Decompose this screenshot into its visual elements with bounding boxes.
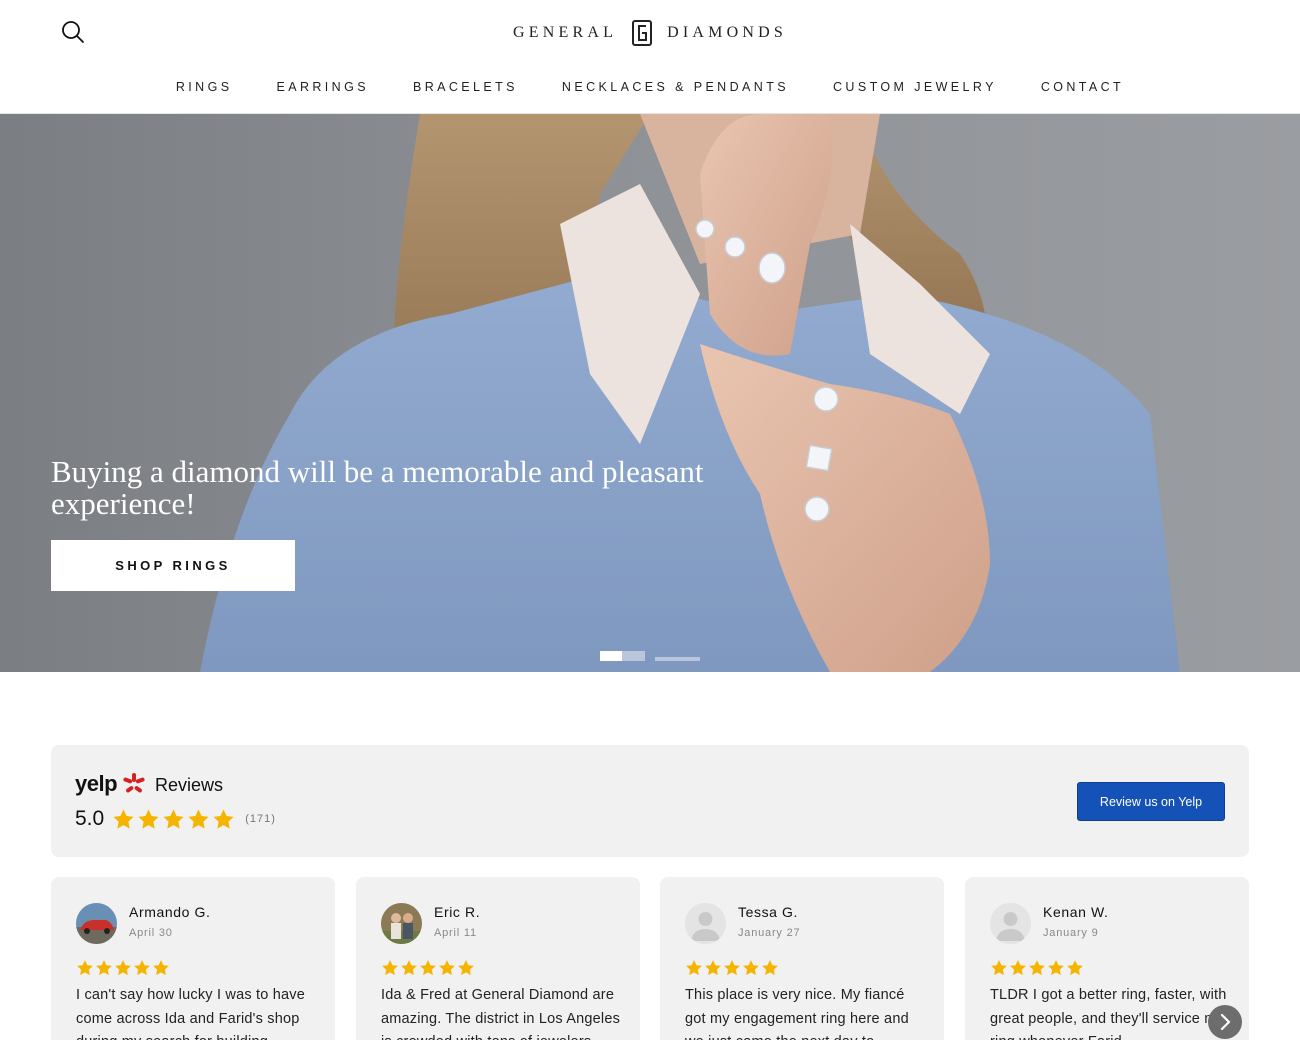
star-icon: [113, 808, 134, 829]
star-icon: [1048, 960, 1064, 976]
star-icon: [401, 960, 417, 976]
reviewer-name: Eric R.: [434, 904, 481, 920]
car-photo-icon: [76, 903, 117, 944]
star-icon: [420, 960, 436, 976]
nav-item-custom-jewelry[interactable]: CUSTOM JEWELRY: [833, 80, 997, 94]
slide-dot-1[interactable]: [600, 651, 645, 661]
review-text: I can't say how lucky I was to have come…: [76, 987, 305, 1040]
star-icon: [724, 960, 740, 976]
chevron-right-icon: [1220, 1013, 1231, 1031]
review-text: TLDR I got a better ring, faster, with g…: [990, 987, 1227, 1040]
slide-dot-2[interactable]: [655, 657, 700, 661]
star-icon: [213, 808, 234, 829]
star-icon: [188, 808, 209, 829]
site-header: GENERAL DIAMONDS RINGS EARRINGS BRACELET…: [0, 0, 1300, 114]
review-card[interactable]: Kenan W. January 9 TLDR I got a better r…: [965, 877, 1249, 1040]
main-nav: RINGS EARRINGS BRACELETS NECKLACES & PEN…: [0, 80, 1300, 94]
review-stars: [76, 959, 170, 977]
nav-item-bracelets[interactable]: BRACELETS: [413, 80, 518, 94]
logo-monogram-icon: [632, 20, 653, 46]
reviewer-avatar: [381, 903, 422, 944]
star-icon: [439, 960, 455, 976]
yelp-logo[interactable]: yelp Reviews: [75, 771, 224, 796]
star-icon: [96, 960, 112, 976]
reviewer-name: Kenan W.: [1043, 904, 1109, 920]
star-icon: [762, 960, 778, 976]
review-date: January 9: [1043, 927, 1099, 939]
slideshow-dots: [600, 651, 700, 661]
reviewer-avatar: [685, 903, 726, 944]
review-date: January 27: [738, 927, 801, 939]
review-count: (171): [245, 813, 276, 825]
star-icon: [163, 808, 184, 829]
star-icon: [382, 960, 398, 976]
hero-heading: Buying a diamond will be a memorable and…: [51, 454, 704, 521]
yelp-wordmark: yelp: [75, 771, 118, 796]
nav-item-contact[interactable]: CONTACT: [1041, 80, 1124, 94]
carousel-next-button[interactable]: [1208, 1005, 1242, 1039]
rating-value: 5.0: [75, 807, 105, 830]
reviewer-name: Armando G.: [129, 904, 211, 920]
nav-item-necklaces-pendants[interactable]: NECKLACES & PENDANTS: [562, 80, 789, 94]
review-stars: [381, 959, 475, 977]
nav-item-rings[interactable]: RINGS: [176, 80, 233, 94]
yelp-burst-icon: [123, 773, 145, 793]
nav-item-earrings[interactable]: EARRINGS: [276, 80, 369, 94]
star-icon: [153, 960, 169, 976]
review-card[interactable]: Tessa G. January 27 This place is very n…: [660, 877, 944, 1040]
review-carousel: Armando G. April 30 I can't say how luck…: [51, 877, 1249, 1040]
review-date: April 11: [434, 927, 477, 939]
couple-photo-icon: [381, 903, 422, 944]
review-text: Ida & Fred at General Diamond are amazin…: [381, 987, 621, 1040]
site-logo[interactable]: GENERAL DIAMONDS: [0, 18, 1300, 48]
reviewer-name: Tessa G.: [738, 904, 799, 920]
yelp-reviews-title: Reviews: [155, 775, 224, 795]
reviewer-avatar: [990, 903, 1031, 944]
star-icon: [1010, 960, 1026, 976]
default-user-icon: [990, 903, 1031, 944]
review-stars: [685, 959, 779, 977]
star-icon: [115, 960, 131, 976]
review-on-yelp-button[interactable]: Review us on Yelp: [1077, 782, 1225, 821]
star-icon: [458, 960, 474, 976]
star-icon: [705, 960, 721, 976]
review-card[interactable]: Eric R. April 11 Ida & Fred at General D…: [356, 877, 640, 1040]
logo-text-diamonds: DIAMONDS: [667, 24, 787, 41]
yelp-summary: yelp Reviews 5.0 (171) Review us on Yelp: [51, 745, 1249, 857]
review-stars: [990, 959, 1084, 977]
logo-text-general: GENERAL: [513, 24, 618, 41]
shop-rings-button[interactable]: SHOP RINGS: [51, 540, 295, 591]
default-user-icon: [685, 903, 726, 944]
star-icon: [138, 808, 159, 829]
reviewer-avatar: [76, 903, 117, 944]
star-icon: [77, 960, 93, 976]
hero-slideshow: Buying a diamond will be a memorable and…: [0, 114, 1300, 672]
review-date: April 30: [129, 927, 173, 939]
review-text: This place is very nice. My fiancé got m…: [685, 987, 909, 1040]
rating-stars: [112, 808, 235, 831]
star-icon: [1029, 960, 1045, 976]
review-card[interactable]: Armando G. April 30 I can't say how luck…: [51, 877, 335, 1040]
star-icon: [686, 960, 702, 976]
star-icon: [1067, 960, 1083, 976]
star-icon: [991, 960, 1007, 976]
star-icon: [134, 960, 150, 976]
overall-rating: 5.0 (171): [75, 807, 276, 831]
star-icon: [743, 960, 759, 976]
